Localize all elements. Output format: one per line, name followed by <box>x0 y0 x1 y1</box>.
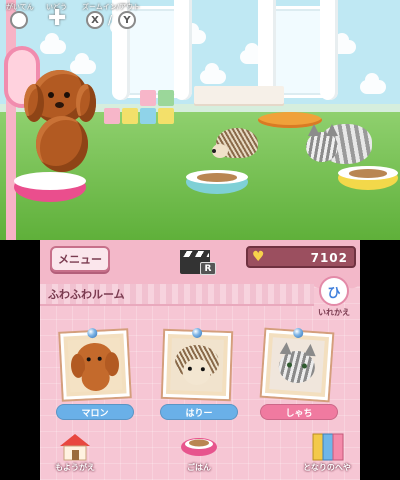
pet-name-plate[interactable]: しゃち <box>260 404 338 420</box>
coin-counter: ♥ 7102 <box>246 246 356 268</box>
pet-name: マロン <box>81 408 109 419</box>
curtain <box>320 0 338 100</box>
room-title: ふわふわルーム <box>40 284 314 306</box>
kitten-pet[interactable] <box>306 118 372 172</box>
pushpin-icon <box>191 327 203 339</box>
bottom-screen: メニュー R ♥ 7102 ふわふわルーム ひ いれかえ マロン はりー しゃち… <box>40 240 360 480</box>
menu-button[interactable]: メニュー <box>50 246 110 272</box>
wall-cloud <box>360 73 386 94</box>
teal-food-bowl[interactable] <box>186 170 248 194</box>
door-icon <box>294 432 360 462</box>
pushpin-icon <box>292 327 304 339</box>
clapperboard-icon <box>180 250 210 258</box>
zoom-separator: / <box>108 13 113 27</box>
kitten-portrait <box>269 337 325 393</box>
pet-name-plate[interactable]: マロン <box>56 404 134 420</box>
pet-name-plate[interactable]: はりー <box>160 404 238 420</box>
cat-tower-pole <box>6 0 16 240</box>
swap-glyph: ひ <box>327 285 341 301</box>
room-name: ふわふわルーム <box>48 288 125 301</box>
pushpin-icon <box>87 327 98 339</box>
pet-photo-poodle[interactable] <box>60 327 130 400</box>
feed-button[interactable]: ごはん <box>166 432 232 478</box>
curtain <box>258 0 276 100</box>
heart-coin-icon: ♥ <box>252 249 265 265</box>
hedgehog-pet[interactable] <box>212 128 258 162</box>
swap-pets-button[interactable]: ひ いれかえ <box>312 276 356 324</box>
swap-label: いれかえ <box>318 308 350 317</box>
pink-food-bowl[interactable] <box>14 172 86 202</box>
hedgehog-portrait <box>170 338 224 392</box>
wall-cloud <box>40 33 66 54</box>
zoom-hint-label: ズームイン/アウト <box>82 3 141 11</box>
house-icon <box>42 432 108 462</box>
feed-label: ごはん <box>187 463 211 472</box>
toy-blocks <box>104 80 184 130</box>
floor-mat <box>194 86 284 104</box>
swap-icon: ひ <box>319 276 349 306</box>
r-button-badge: R <box>200 262 216 275</box>
circle-pad-icon <box>10 11 28 29</box>
pet-name: はりー <box>185 408 213 419</box>
pet-name: しゃち <box>285 408 313 419</box>
clapperboard-camera-button[interactable]: R <box>180 250 218 276</box>
food-bowl-icon <box>166 432 232 462</box>
next-room-button[interactable]: となりのへや <box>294 432 360 478</box>
next-room-label: となりのへや <box>303 463 351 472</box>
poodle-portrait <box>67 337 123 393</box>
pet-photo-kitten[interactable] <box>261 327 333 401</box>
wall-cloud <box>200 63 226 84</box>
coin-value: 7102 <box>310 251 348 265</box>
redecorate-label: もようがえ <box>55 463 95 472</box>
dpad-icon: ✚ <box>48 6 67 31</box>
redecorate-button[interactable]: もようがえ <box>42 432 108 478</box>
poodle-pet[interactable] <box>24 70 98 174</box>
top-screen: がいてん いどう ✚ ズームイン/アウト X / Y <box>0 0 400 240</box>
pet-photo-hedgehog[interactable] <box>162 327 232 400</box>
x-button-icon: X <box>86 11 104 29</box>
y-button-icon: Y <box>118 11 136 29</box>
